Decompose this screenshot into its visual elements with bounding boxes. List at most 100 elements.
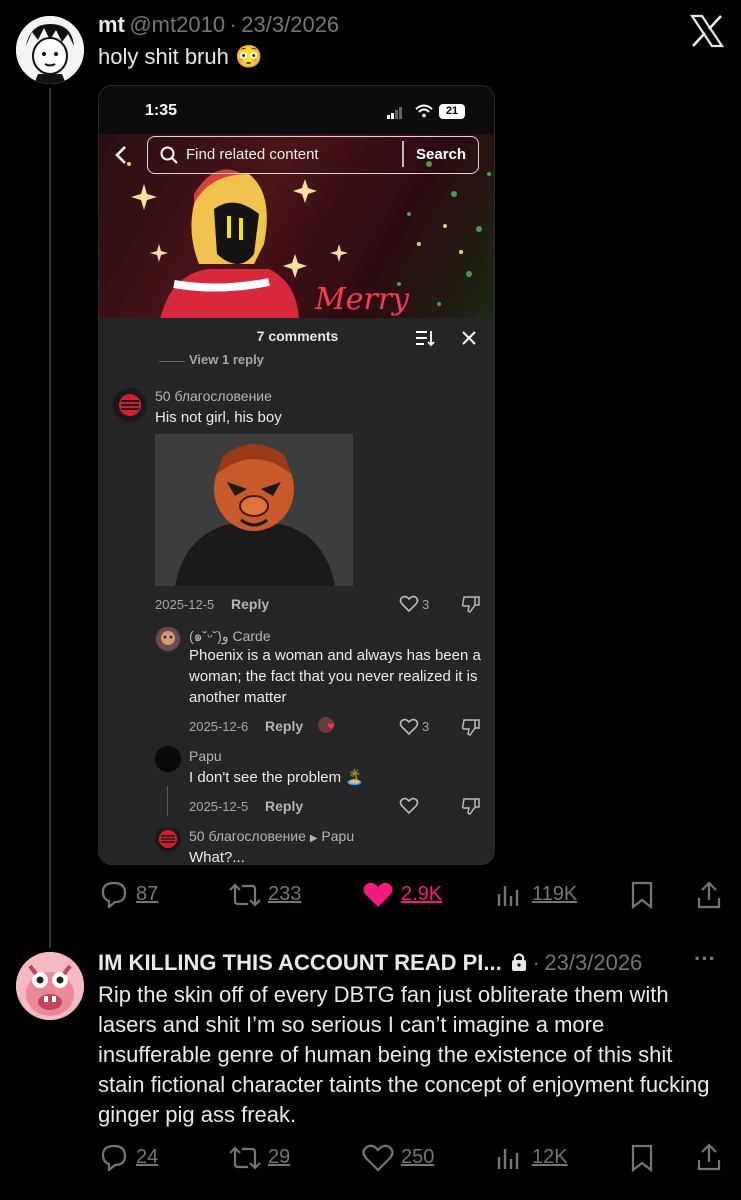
avatar[interactable] (155, 746, 181, 772)
avatar[interactable] (16, 16, 84, 84)
masked-character-icon (155, 434, 353, 586)
search-divider (402, 141, 404, 167)
comment-user[interactable]: 50 благословение (189, 828, 306, 844)
comment-user[interactable]: 50 благословение (155, 388, 272, 404)
status-time: 1:35 (145, 102, 178, 119)
comment-text: His not girl, his boy (155, 409, 282, 426)
comment-text: What?... (189, 849, 245, 865)
avatar[interactable] (16, 952, 84, 1020)
views-button[interactable] (496, 882, 522, 913)
meta-dot: · (229, 12, 237, 37)
like-button[interactable] (362, 881, 394, 914)
share-button[interactable] (696, 1142, 722, 1177)
search-input[interactable]: Find related content (186, 146, 319, 163)
comment-text: Phoenix is a woman and always has been a… (189, 647, 481, 706)
character-avatar-icon (156, 627, 180, 651)
comment-image[interactable] (155, 434, 353, 586)
heart-filled-icon (363, 882, 393, 907)
retweet-count[interactable]: 233 (268, 883, 301, 906)
retweet-icon (229, 1146, 261, 1170)
heart-icon[interactable] (399, 718, 419, 741)
retweet-button[interactable] (228, 882, 262, 913)
views-icon (497, 886, 519, 906)
reply-button[interactable]: Reply (231, 596, 269, 612)
bookmark-button[interactable] (630, 881, 654, 914)
share-icon (697, 881, 721, 909)
reply-button[interactable]: Reply (265, 718, 303, 734)
meta-dot: · (532, 950, 540, 975)
heart-icon (362, 1144, 394, 1172)
avatar[interactable] (113, 388, 147, 422)
comments-title: 7 comments (256, 328, 339, 344)
wifi-icon (415, 104, 433, 123)
embedded-screenshot[interactable]: 1:35 21 Merry Find related content Searc… (98, 85, 495, 865)
reply-icon (101, 881, 127, 910)
dislike-icon[interactable] (461, 718, 481, 741)
comment-date: 2025-12-5 (155, 597, 215, 612)
share-button[interactable] (696, 880, 722, 915)
like-count[interactable]: 250 (401, 1146, 434, 1169)
retweet-count[interactable]: 29 (268, 1146, 290, 1169)
author-handle[interactable]: @mt2010 (129, 12, 225, 37)
thread-connector (167, 786, 168, 816)
bookmark-icon (631, 1144, 653, 1173)
pink-creature-avatar-icon (16, 952, 84, 1020)
comment-date: 2025-12-6 (189, 719, 249, 734)
retweet-button[interactable] (228, 1145, 262, 1176)
comment-date: 2025-12-5 (189, 799, 249, 814)
avatar-sketch-icon (16, 16, 84, 84)
views-icon (497, 1149, 519, 1169)
tweet-text: holy shit bruh 😳 (98, 44, 263, 69)
avatar[interactable] (155, 826, 181, 852)
tweet-date[interactable]: 23/3/2026 (241, 12, 339, 37)
avatar[interactable] (155, 626, 181, 652)
reply-count[interactable]: 87 (136, 883, 158, 906)
search-button[interactable]: Search (416, 146, 466, 163)
reply-button[interactable]: Reply (265, 798, 303, 814)
bookmark-button[interactable] (630, 1144, 654, 1177)
x-logo-icon[interactable] (688, 12, 726, 50)
tweet-text: Rip the skin off of every DBTG fan just … (98, 982, 710, 1127)
comment-text: I don't see the problem 🏝️ (189, 769, 364, 786)
heart-icon[interactable] (399, 595, 419, 618)
author-name[interactable]: IM KILLING THIS ACCOUNT READ PI... (98, 950, 502, 975)
comment-user[interactable]: Papu (189, 748, 222, 764)
view-count[interactable]: 119K (532, 883, 577, 906)
signal-icon (387, 106, 403, 124)
red-emblem-icon (119, 394, 141, 416)
reply-button[interactable] (100, 1143, 128, 1176)
view-reply-link[interactable]: View 1 reply (189, 352, 264, 367)
close-icon[interactable] (461, 330, 477, 351)
tweet-date[interactable]: 23/3/2026 (544, 950, 642, 975)
reply-arrow-icon: ▶ (309, 833, 318, 844)
lock-icon (510, 952, 528, 977)
dislike-icon[interactable] (461, 797, 481, 820)
like-count[interactable]: 2.9K (401, 883, 442, 906)
battery-indicator: 21 (439, 104, 465, 119)
red-emblem-icon (159, 830, 177, 848)
back-chevron-icon[interactable] (113, 144, 129, 171)
share-icon (697, 1143, 721, 1171)
retweet-icon (229, 883, 261, 907)
sort-icon[interactable] (415, 329, 435, 352)
author-name[interactable]: mt (98, 12, 125, 37)
search-icon (160, 146, 178, 169)
creator-liked-badge-icon (317, 716, 337, 741)
dislike-icon[interactable] (461, 595, 481, 618)
view-reply-line (159, 361, 185, 362)
reply-count[interactable]: 24 (136, 1146, 158, 1169)
reply-icon (101, 1144, 127, 1173)
search-bar[interactable]: Find related content Search (147, 136, 479, 174)
comment-likes: 3 (422, 597, 430, 612)
more-options-button[interactable]: ··· (694, 946, 716, 972)
views-button[interactable] (496, 1145, 522, 1176)
banner-text: Merry (315, 282, 410, 317)
thread-line (49, 88, 51, 948)
reply-button[interactable] (100, 880, 128, 913)
heart-icon[interactable] (399, 797, 419, 820)
view-count[interactable]: 12K (532, 1146, 568, 1169)
like-button[interactable] (362, 1144, 394, 1177)
comment-likes: 3 (422, 719, 430, 734)
reply-to-user[interactable]: Papu (321, 828, 354, 844)
bookmark-icon (631, 881, 653, 910)
